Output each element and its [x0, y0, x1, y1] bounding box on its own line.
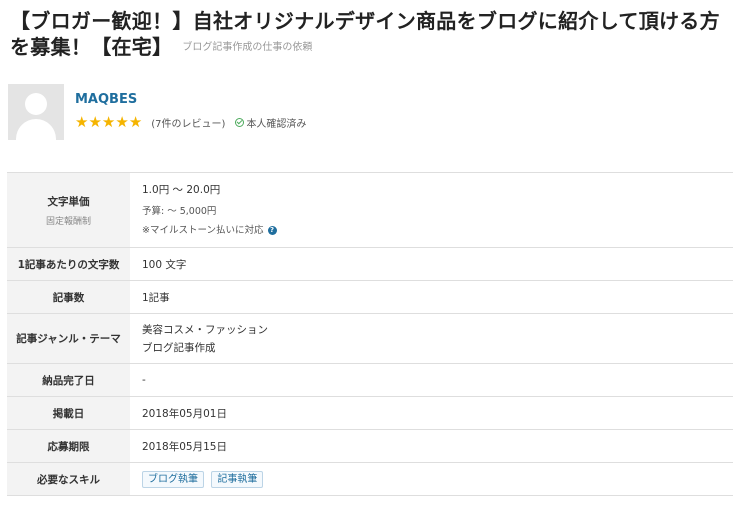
- star-icon: ★: [75, 112, 89, 131]
- price-value-cell: 1.0円 〜 20.0円 予算: 〜 5,000円 ※マイルストーン払いに対応 …: [130, 173, 733, 248]
- job-details-table: 文字単価 固定報酬制 1.0円 〜 20.0円 予算: 〜 5,000円 ※マイ…: [7, 172, 733, 496]
- verified-label: 本人確認済み: [246, 118, 307, 130]
- price-label: 文字単価: [47, 195, 90, 208]
- deadline-label: 応募期限: [7, 429, 130, 463]
- avatar-body-shape: [16, 119, 56, 140]
- job-header: 【ブロガー歓迎！】自社オリジナルデザイン商品をブログに紹介して頂ける方を募集！【…: [10, 8, 740, 61]
- client-summary: MAQBES ★ ★ ★ ★ ★ (7件のレビュー) 本人確認済み: [8, 84, 306, 140]
- price-type-label: 固定報酬制: [45, 216, 91, 227]
- delivery-value: -: [142, 374, 146, 386]
- skills-label: 必要なスキル: [7, 462, 130, 496]
- posted-value: 2018年05月01日: [142, 407, 227, 420]
- detail-row-skills: 必要なスキル ブログ執筆 記事執筆: [7, 462, 733, 496]
- skill-tag[interactable]: 記事執筆: [211, 470, 264, 488]
- milestone-note: ※マイルストーン払いに対応 ?: [142, 224, 733, 237]
- client-info: MAQBES ★ ★ ★ ★ ★ (7件のレビュー) 本人確認済み: [75, 84, 306, 140]
- skills-value-cell: ブログ執筆 記事執筆: [130, 463, 733, 496]
- star-icon: ★: [128, 112, 143, 131]
- review-count-link[interactable]: (7件のレビュー): [151, 115, 225, 130]
- verified-badge: 本人確認済み: [235, 115, 306, 130]
- avatar-head-shape: [25, 93, 47, 115]
- client-avatar[interactable]: [8, 84, 64, 140]
- detail-row-delivery: 納品完了日 -: [7, 363, 733, 397]
- job-title-text: 【ブロガー歓迎！】自社オリジナルデザイン商品をブログに紹介して頂ける方を募集！【…: [10, 9, 720, 59]
- posted-label: 掲載日: [7, 396, 130, 430]
- delivery-label: 納品完了日: [7, 363, 130, 397]
- genre-label: 記事ジャンル・テーマ: [7, 313, 130, 364]
- detail-row-price: 文字単価 固定報酬制 1.0円 〜 20.0円 予算: 〜 5,000円 ※マイ…: [7, 172, 733, 248]
- check-circle-icon: [235, 117, 245, 127]
- count-value: 1記事: [142, 291, 170, 304]
- chars-value: 100 文字: [142, 258, 187, 271]
- star-icon: ★: [88, 112, 102, 131]
- detail-row-count: 記事数 1記事: [7, 280, 733, 314]
- genre-value: ブログ記事作成: [142, 341, 216, 354]
- detail-row-deadline: 応募期限 2018年05月15日: [7, 429, 733, 463]
- price-label-cell: 文字単価 固定報酬制: [7, 172, 130, 248]
- deadline-value: 2018年05月15日: [142, 440, 227, 453]
- detail-row-chars: 1記事あたりの文字数 100 文字: [7, 247, 733, 281]
- genre-value: 美容コスメ・ファッション: [142, 323, 268, 336]
- star-icon: ★: [115, 112, 129, 131]
- detail-row-posted: 掲載日 2018年05月01日: [7, 396, 733, 430]
- client-name-link[interactable]: MAQBES: [75, 92, 306, 108]
- skill-tag[interactable]: ブログ執筆: [142, 470, 204, 488]
- rating-row: ★ ★ ★ ★ ★ (7件のレビュー) 本人確認済み: [75, 114, 306, 130]
- chars-label: 1記事あたりの文字数: [7, 247, 130, 281]
- job-title: 【ブロガー歓迎！】自社オリジナルデザイン商品をブログに紹介して頂ける方を募集！【…: [10, 8, 740, 61]
- price-range: 1.0円 〜 20.0円: [142, 184, 221, 196]
- genre-value-cell: 美容コスメ・ファッション ブログ記事作成: [130, 314, 733, 364]
- star-icon: ★: [101, 112, 116, 131]
- milestone-text: ※マイルストーン払いに対応: [142, 225, 264, 236]
- job-category-link[interactable]: ブログ記事作成の仕事の依頼: [182, 42, 312, 53]
- rating-stars: ★ ★ ★ ★ ★: [75, 112, 143, 131]
- budget-value: 予算: 〜 5,000円: [142, 206, 217, 217]
- help-icon[interactable]: ?: [267, 226, 277, 235]
- count-label: 記事数: [7, 280, 130, 314]
- detail-row-genre: 記事ジャンル・テーマ 美容コスメ・ファッション ブログ記事作成: [7, 313, 733, 364]
